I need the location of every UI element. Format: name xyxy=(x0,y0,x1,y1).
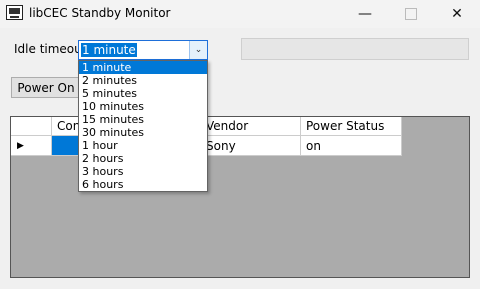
idle-timeout-dropdown-list[interactable]: 1 minute 2 minutes 5 minutes 10 minutes … xyxy=(78,60,208,192)
dropdown-option[interactable]: 5 minutes xyxy=(79,87,207,100)
dropdown-option[interactable]: 30 minutes xyxy=(79,126,207,139)
dropdown-option[interactable]: 15 minutes xyxy=(79,113,207,126)
close-button[interactable]: ✕ xyxy=(434,0,480,28)
dropdown-option[interactable]: 6 hours xyxy=(79,178,207,191)
column-header-vendor[interactable]: Vendor xyxy=(201,117,301,136)
cell-vendor[interactable]: Sony xyxy=(201,136,301,156)
row-selector-arrow-icon[interactable]: ▶ xyxy=(11,136,52,156)
title-bar: libCEC Standby Monitor — ✕ xyxy=(0,0,480,28)
dropdown-option[interactable]: 10 minutes xyxy=(79,100,207,113)
dropdown-option[interactable]: 3 hours xyxy=(79,165,207,178)
maximize-icon xyxy=(405,8,417,20)
minimize-button[interactable]: — xyxy=(342,0,388,28)
maximize-button[interactable] xyxy=(388,0,434,28)
column-header-power-status[interactable]: Power Status xyxy=(301,117,402,136)
idle-timeout-combobox[interactable]: 1 minute ⌄ xyxy=(78,40,208,60)
dropdown-option[interactable]: 2 minutes xyxy=(79,74,207,87)
idle-timeout-label: Idle timeout xyxy=(14,42,87,56)
chevron-down-icon[interactable]: ⌄ xyxy=(189,41,207,59)
app-icon xyxy=(6,5,23,20)
status-field xyxy=(241,38,469,60)
grid-corner-header xyxy=(11,117,52,136)
power-on-button[interactable]: Power On xyxy=(11,77,81,98)
cell-power-status[interactable]: on xyxy=(301,136,402,156)
idle-timeout-selected-value: 1 minute xyxy=(81,43,137,57)
dropdown-option[interactable]: 1 hour xyxy=(79,139,207,152)
dropdown-option[interactable]: 2 hours xyxy=(79,152,207,165)
dropdown-option[interactable]: 1 minute xyxy=(79,61,207,74)
window-title: libCEC Standby Monitor xyxy=(29,6,171,20)
